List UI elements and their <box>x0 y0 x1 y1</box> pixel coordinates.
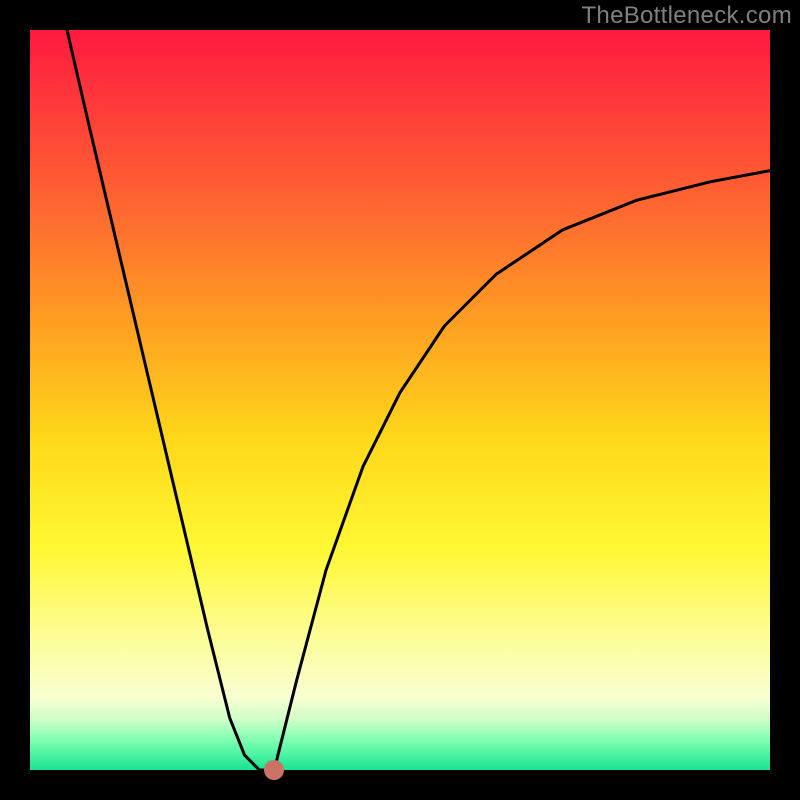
watermark-text: TheBottleneck.com <box>581 2 792 30</box>
bottleneck-curve <box>30 30 770 770</box>
optimum-marker-dot <box>264 760 284 780</box>
chart-plot-area <box>30 30 770 770</box>
